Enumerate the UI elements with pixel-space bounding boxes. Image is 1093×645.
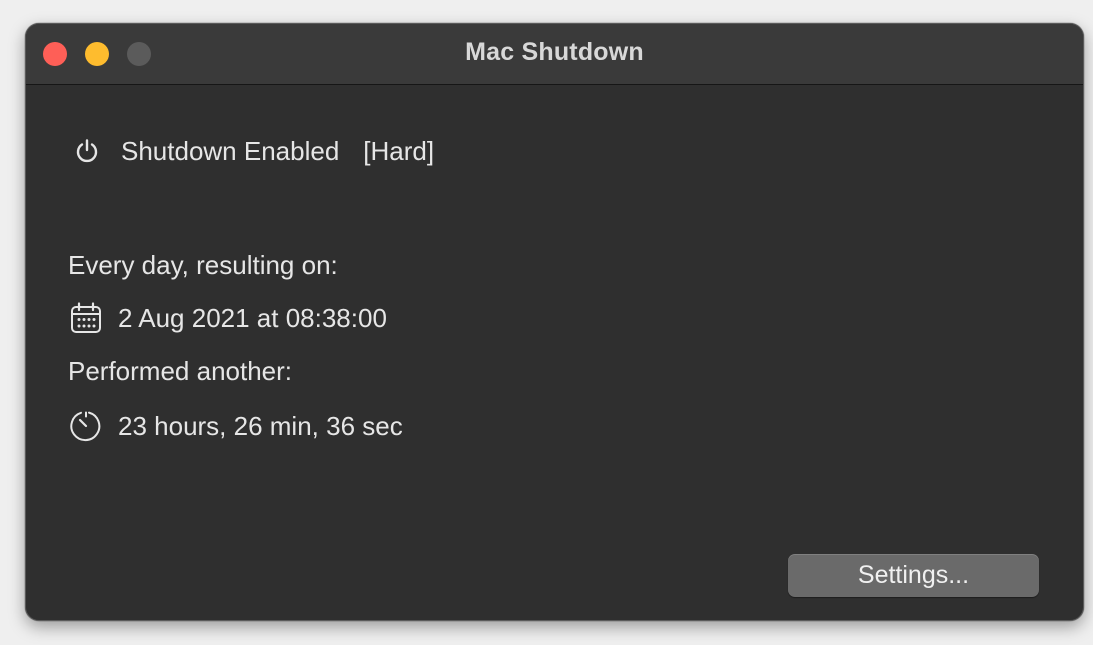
scheduled-date-row: 2 Aug 2021 at 08:38:00 (68, 300, 387, 336)
calendar-icon (68, 300, 104, 336)
schedule-label: Every day, resulting on: (68, 250, 338, 280)
performed-label: Performed another: (68, 356, 293, 386)
window-title: Mac Shutdown (465, 38, 644, 66)
status-label: Shutdown Enabled (121, 135, 340, 166)
settings-button[interactable]: Settings... (788, 554, 1039, 597)
shutdown-status: Shutdown Enabled [Hard] (71, 135, 434, 167)
app-window: Mac Shutdown Shutdown Enabled [Hard] Eve… (25, 23, 1084, 621)
timer-icon (68, 408, 104, 444)
power-icon (71, 135, 103, 167)
remaining-time-row: 23 hours, 26 min, 36 sec (68, 408, 403, 444)
title-bar[interactable]: Mac Shutdown (26, 24, 1083, 85)
shutdown-mode: [Hard] (363, 135, 435, 166)
scheduled-date: 2 Aug 2021 at 08:38:00 (118, 302, 387, 333)
remaining-time: 23 hours, 26 min, 36 sec (118, 410, 403, 441)
